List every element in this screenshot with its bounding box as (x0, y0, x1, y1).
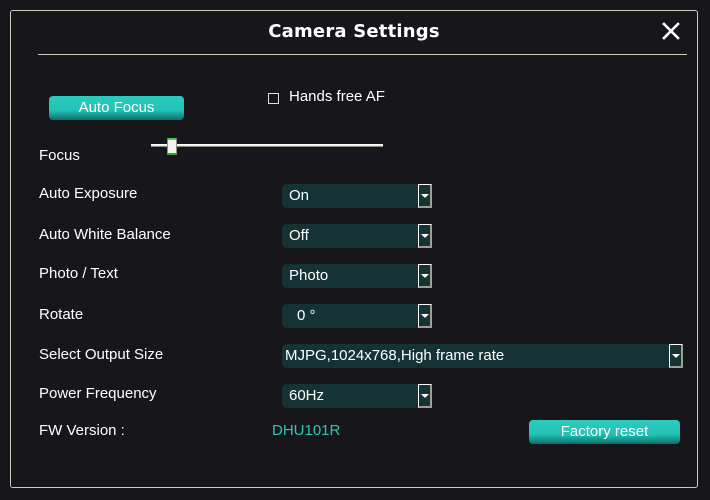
factory-reset-button[interactable]: Factory reset (529, 420, 680, 444)
focus-slider[interactable] (151, 138, 383, 155)
hands-free-af-toggle[interactable]: Hands free AF (268, 88, 385, 105)
output-size-label: Select Output Size (39, 346, 164, 363)
photo-text-label: Photo / Text (39, 265, 118, 282)
focus-slider-thumb[interactable] (167, 138, 177, 155)
auto-exposure-label: Auto Exposure (39, 185, 138, 202)
chevron-down-icon (420, 393, 429, 398)
photo-text-value: Photo (289, 267, 329, 284)
rotate-label: Rotate (39, 306, 84, 323)
chevron-down-icon (671, 353, 680, 358)
chevron-down-icon (420, 233, 429, 238)
chevron-down-icon (420, 313, 429, 318)
rotate-value: 0 ° (297, 307, 316, 324)
hands-free-af-checkbox[interactable] (268, 92, 279, 104)
rotate-select[interactable]: 0 ° (282, 304, 432, 328)
dropdown-button[interactable] (418, 304, 432, 328)
dropdown-button[interactable] (418, 184, 432, 208)
fw-version-label: FW Version : (39, 422, 125, 439)
output-size-select[interactable]: MJPG,1024x768,High frame rate (282, 344, 683, 368)
dialog-title: Camera Settings (268, 21, 440, 42)
auto-white-balance-value: Off (289, 227, 309, 244)
auto-focus-button[interactable]: Auto Focus (49, 96, 184, 120)
dropdown-button[interactable] (418, 384, 432, 408)
photo-text-select[interactable]: Photo (282, 264, 432, 288)
power-frequency-value: 60Hz (289, 387, 325, 404)
auto-white-balance-select[interactable]: Off (282, 224, 432, 248)
auto-white-balance-label: Auto White Balance (39, 226, 171, 243)
auto-exposure-select[interactable]: On (282, 184, 432, 208)
auto-exposure-value: On (289, 187, 310, 204)
fw-version-value: DHU101R (272, 422, 341, 439)
chevron-down-icon (420, 193, 429, 198)
focus-label: Focus (39, 147, 80, 164)
power-frequency-select[interactable]: 60Hz (282, 384, 432, 408)
chevron-down-icon (420, 273, 429, 278)
dropdown-button[interactable] (418, 264, 432, 288)
dropdown-button[interactable] (418, 224, 432, 248)
power-frequency-label: Power Frequency (39, 385, 157, 402)
title-divider (38, 54, 687, 55)
close-button[interactable] (659, 19, 683, 43)
camera-settings-dialog: Camera Settings (10, 10, 698, 488)
focus-slider-track (151, 144, 383, 147)
close-icon (662, 22, 680, 40)
dropdown-button[interactable] (669, 344, 683, 368)
hands-free-af-label: Hands free AF (289, 88, 385, 105)
output-size-value: MJPG,1024x768,High frame rate (285, 347, 505, 364)
